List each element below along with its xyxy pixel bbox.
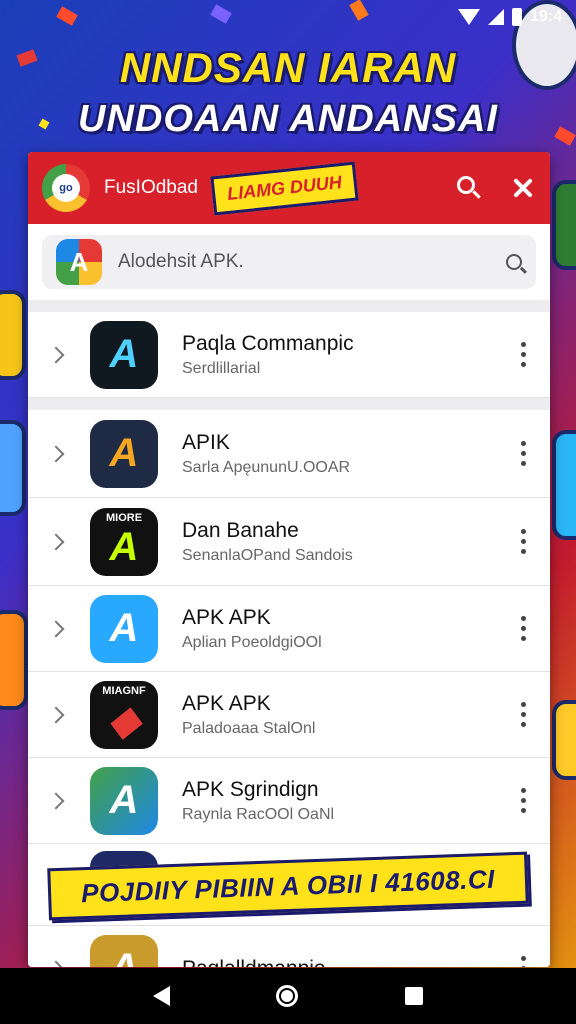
battery-icon xyxy=(511,8,522,26)
app-icon: MIORE A xyxy=(90,507,158,576)
chevron-right-icon[interactable] xyxy=(47,533,65,550)
app-icon: A xyxy=(90,934,158,967)
bg-device xyxy=(552,430,576,540)
recent-apps-icon[interactable] xyxy=(404,987,423,1005)
bg-device xyxy=(0,290,26,380)
item-name: Paqla Commanpic xyxy=(182,331,354,355)
app-title: FusIOdbad xyxy=(104,177,198,198)
status-bar: 19:4 xyxy=(0,0,576,34)
signal-icon xyxy=(487,9,504,25)
item-subtitle: Raynla RacOOl OaNl xyxy=(182,805,335,823)
headline-line-2: UNDOAAN ANDANSAI xyxy=(78,98,498,140)
bg-device xyxy=(0,420,26,516)
list-item[interactable]: A APK APK Aplian PoeoldgiOOl xyxy=(28,586,550,672)
item-subtitle: Sarla ApęununU.OOAR xyxy=(182,458,351,476)
more-options-icon[interactable] xyxy=(521,702,526,727)
search-input[interactable]: Alodehsit APK. xyxy=(42,235,536,289)
app-header: go FusIOdbad LIAMG DUUH xyxy=(28,152,550,224)
item-name: Dan Banahe xyxy=(182,518,299,542)
bg-device xyxy=(552,180,576,270)
search-icon[interactable] xyxy=(506,254,522,270)
chevron-right-icon[interactable] xyxy=(47,706,65,723)
more-options-icon[interactable] xyxy=(521,616,526,641)
status-time: 19:4 xyxy=(529,8,562,25)
list-item[interactable]: A Paqlalldmanpie xyxy=(28,926,550,967)
list-item[interactable]: A APK Sgrindign Raynla RacOOl OaNl xyxy=(28,758,550,844)
item-name: APIK xyxy=(182,430,230,454)
navigation-bar xyxy=(0,968,576,1024)
app-icon: MIAGNF ◆ xyxy=(90,680,158,749)
chevron-right-icon[interactable] xyxy=(47,960,65,967)
chevron-right-icon[interactable] xyxy=(47,620,65,637)
search-placeholder: Alodehsit APK. xyxy=(118,251,244,272)
app-icon: A xyxy=(90,419,158,488)
chevron-right-icon[interactable] xyxy=(47,445,65,462)
app-icon: A xyxy=(90,766,158,835)
home-icon[interactable] xyxy=(276,985,299,1007)
headline-line-1: NNDSAN IARAN xyxy=(119,44,457,91)
item-subtitle: Paladoaaa StalOnl xyxy=(182,719,316,737)
header-actions xyxy=(456,175,536,201)
more-options-icon[interactable] xyxy=(521,956,526,967)
more-options-icon[interactable] xyxy=(521,529,526,554)
list-item[interactable]: A Paqla Commanpic Serdlillarial xyxy=(28,312,550,398)
item-name: Paqlalldmanpie xyxy=(182,957,521,968)
back-icon[interactable] xyxy=(153,986,171,1006)
list-item[interactable]: MIAGNF ◆ APK APK Paladoaaa StalOnl xyxy=(28,672,550,758)
app-icon: A xyxy=(90,320,158,389)
app-panel: go FusIOdbad LIAMG DUUH Alodehsit APK. A… xyxy=(28,152,550,967)
chevron-right-icon[interactable] xyxy=(47,346,65,363)
item-name: APK APK xyxy=(182,691,271,715)
more-options-icon[interactable] xyxy=(521,441,526,466)
item-subtitle: Aplian PoeoldgiOOl xyxy=(182,633,322,651)
icon-badge: MIORE xyxy=(105,511,143,524)
app-store-icon xyxy=(56,239,102,285)
chevron-right-icon[interactable] xyxy=(47,792,65,809)
more-options-icon[interactable] xyxy=(521,342,526,367)
item-name: APK APK xyxy=(182,605,271,629)
promo-sticker[interactable]: LIAMG DUUH xyxy=(210,161,359,215)
item-subtitle: SenanlaOPand Sandois xyxy=(182,546,353,564)
search-section: Alodehsit APK. xyxy=(28,224,550,300)
item-subtitle: Serdlillarial xyxy=(182,359,261,377)
search-icon[interactable] xyxy=(456,175,482,201)
bg-device xyxy=(552,700,576,780)
item-name: APK Sgrindign xyxy=(182,777,319,801)
app-logo-text: go xyxy=(52,174,80,202)
close-icon[interactable] xyxy=(510,175,536,201)
wifi-icon xyxy=(457,9,480,25)
icon-badge: MIAGNF xyxy=(102,684,146,697)
more-options-icon[interactable] xyxy=(521,788,526,813)
list-item[interactable]: MIORE A Dan Banahe SenanlaOPand Sandois xyxy=(28,498,550,586)
app-logo-icon: go xyxy=(42,164,90,212)
list-item[interactable]: A APIK Sarla ApęununU.OOAR xyxy=(28,410,550,498)
bg-device xyxy=(0,610,28,710)
app-icon: A xyxy=(90,594,158,663)
